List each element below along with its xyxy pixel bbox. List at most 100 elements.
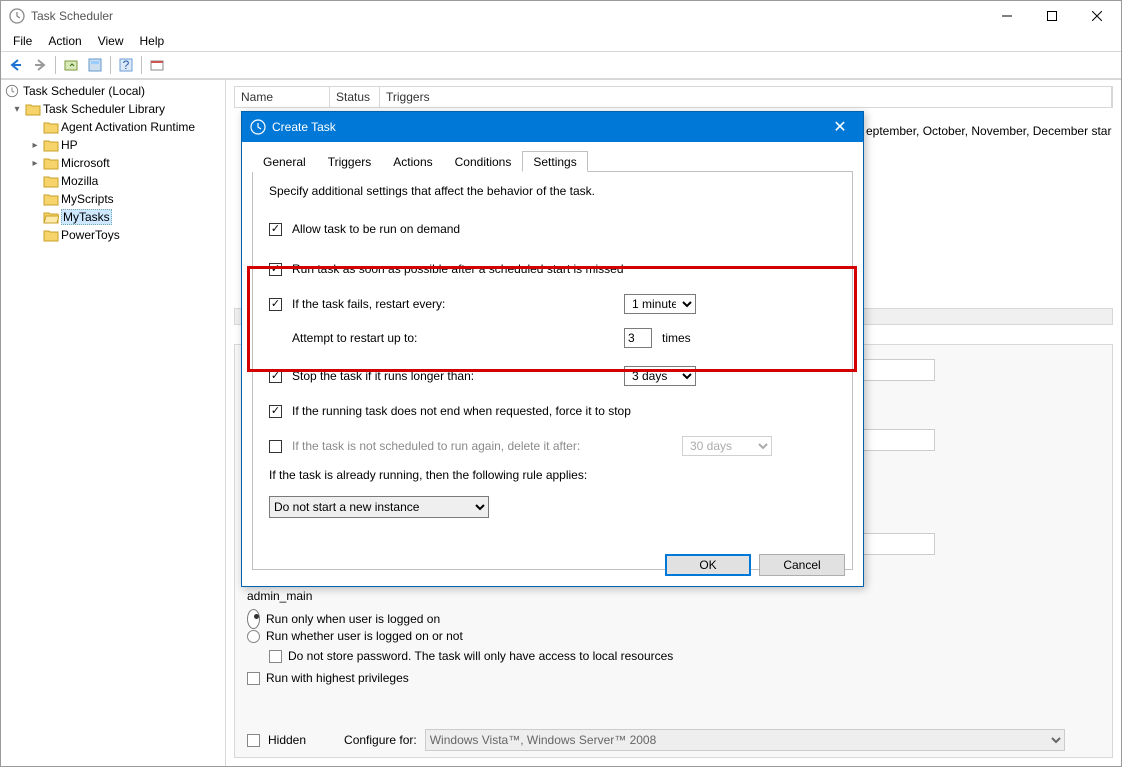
tree-root-label: Task Scheduler (Local)	[23, 84, 145, 98]
highest-privileges-label: Run with highest privileges	[266, 671, 409, 685]
chevron-right-icon[interactable]: ▸	[29, 140, 41, 151]
dialog-tabs: General Triggers Actions Conditions Sett…	[252, 150, 853, 172]
dialog-buttons: OK Cancel	[665, 554, 845, 576]
up-button[interactable]	[60, 54, 82, 76]
clock-icon	[9, 8, 25, 24]
delete-after-select: 30 days	[682, 436, 772, 456]
attempt-row: Attempt to restart up to: times	[269, 328, 836, 348]
forward-button[interactable]	[29, 54, 51, 76]
stop-longer-checkbox[interactable]	[269, 370, 282, 383]
menubar: File Action View Help	[1, 31, 1121, 51]
delete-after-row: If the task is not scheduled to run agai…	[269, 436, 836, 456]
radio-icon	[247, 609, 260, 629]
toolbar-separator	[55, 56, 56, 74]
create-task-dialog: Create Task ✕ General Triggers Actions C…	[241, 111, 864, 587]
tree-library-label: Task Scheduler Library	[43, 102, 165, 116]
close-button[interactable]	[1074, 1, 1119, 31]
folder-icon	[43, 138, 59, 152]
maximize-button[interactable]	[1029, 1, 1074, 31]
tree-item-label: Mozilla	[61, 174, 98, 188]
hidden-checkbox[interactable]	[247, 734, 260, 747]
run-logged-on-label: Run only when user is logged on	[266, 612, 440, 626]
window-title: Task Scheduler	[31, 9, 984, 23]
folder-icon	[25, 102, 41, 116]
rule-select[interactable]: Do not start a new instance	[269, 496, 489, 518]
configure-for-label: Configure for:	[344, 733, 417, 747]
titlebar: Task Scheduler	[1, 1, 1121, 31]
menu-file[interactable]: File	[5, 32, 40, 50]
checkbox-icon	[269, 650, 282, 663]
svg-text:?: ?	[123, 58, 130, 72]
col-triggers[interactable]: Triggers	[380, 87, 1112, 107]
chevron-down-icon[interactable]: ▾	[11, 104, 23, 115]
tree-item[interactable]: Agent Activation Runtime	[1, 118, 225, 136]
stop-longer-label: Stop the task if it runs longer than:	[292, 369, 614, 383]
restart-row: If the task fails, restart every: 1 minu…	[269, 294, 836, 314]
toolbar-icon-3[interactable]	[146, 54, 168, 76]
allow-on-demand-checkbox[interactable]	[269, 223, 282, 236]
highest-privileges-check[interactable]: Run with highest privileges	[247, 671, 409, 685]
menu-action[interactable]: Action	[40, 32, 89, 50]
run-missed-row: Run task as soon as possible after a sch…	[269, 262, 836, 276]
back-button[interactable]	[5, 54, 27, 76]
allow-on-demand-label: Allow task to be run on demand	[292, 222, 460, 236]
dialog-titlebar[interactable]: Create Task ✕	[242, 112, 863, 142]
window-controls	[984, 1, 1119, 31]
restart-interval-select[interactable]: 1 minute	[624, 294, 696, 314]
cancel-button[interactable]: Cancel	[759, 554, 845, 576]
run-missed-checkbox[interactable]	[269, 263, 282, 276]
tree-item-label: PowerToys	[61, 228, 120, 242]
tree-item-selected[interactable]: MyTasks	[1, 208, 225, 226]
menu-view[interactable]: View	[90, 32, 132, 50]
force-stop-label: If the running task does not end when re…	[292, 404, 631, 418]
toolbar-icon-2[interactable]	[84, 54, 106, 76]
tree-item[interactable]: PowerToys	[1, 226, 225, 244]
chevron-right-icon[interactable]: ▸	[29, 158, 41, 169]
tree-item[interactable]: MyScripts	[1, 190, 225, 208]
attempt-count-input[interactable]	[624, 328, 652, 348]
clock-icon	[5, 84, 19, 98]
tab-conditions[interactable]: Conditions	[444, 151, 523, 172]
no-store-password-check[interactable]: Do not store password. The task will onl…	[247, 649, 673, 663]
minimize-button[interactable]	[984, 1, 1029, 31]
task-row-partial[interactable]: eptember, October, November, December st…	[866, 120, 1113, 138]
delete-after-checkbox[interactable]	[269, 440, 282, 453]
force-stop-checkbox[interactable]	[269, 405, 282, 418]
tree-root[interactable]: Task Scheduler (Local)	[1, 82, 225, 100]
tree-item-label: HP	[61, 138, 78, 152]
toolbar-separator-3	[141, 56, 142, 74]
tree-item[interactable]: ▸ Microsoft	[1, 154, 225, 172]
no-store-password-label: Do not store password. The task will onl…	[288, 649, 673, 663]
tree-item[interactable]: ▸ HP	[1, 136, 225, 154]
col-name[interactable]: Name	[235, 87, 330, 107]
dialog-body: General Triggers Actions Conditions Sett…	[242, 142, 863, 586]
configure-for-select[interactable]: Windows Vista™, Windows Server™ 2008	[425, 729, 1065, 751]
stop-longer-select[interactable]: 3 days	[624, 366, 696, 386]
tree-item-label: MyScripts	[61, 192, 114, 206]
run-whether-radio[interactable]: Run whether user is logged on or not	[247, 629, 463, 643]
toolbar: ?	[1, 51, 1121, 79]
run-logged-on-radio[interactable]: Run only when user is logged on	[247, 609, 440, 629]
tab-settings[interactable]: Settings	[522, 151, 587, 172]
col-status[interactable]: Status	[330, 87, 380, 107]
ok-button[interactable]: OK	[665, 554, 751, 576]
folder-icon	[43, 120, 59, 134]
tree-item-label: Microsoft	[61, 156, 110, 170]
restart-checkbox[interactable]	[269, 298, 282, 311]
run-whether-label: Run whether user is logged on or not	[266, 629, 463, 643]
folder-icon	[43, 192, 59, 206]
tree-library[interactable]: ▾ Task Scheduler Library	[1, 100, 225, 118]
dialog-close-button[interactable]: ✕	[825, 117, 855, 137]
folder-open-icon	[43, 210, 59, 224]
folder-icon	[43, 174, 59, 188]
highlight-annotation	[247, 266, 857, 372]
attempt-label: Attempt to restart up to:	[292, 331, 614, 345]
tree-item[interactable]: Mozilla	[1, 172, 225, 190]
tree-item-label: Agent Activation Runtime	[61, 120, 195, 134]
tab-actions[interactable]: Actions	[382, 151, 443, 172]
tab-triggers[interactable]: Triggers	[317, 151, 383, 172]
tab-general[interactable]: General	[252, 151, 317, 172]
help-button[interactable]: ?	[115, 54, 137, 76]
menu-help[interactable]: Help	[132, 32, 173, 50]
user-account-label: admin_main	[247, 589, 312, 603]
